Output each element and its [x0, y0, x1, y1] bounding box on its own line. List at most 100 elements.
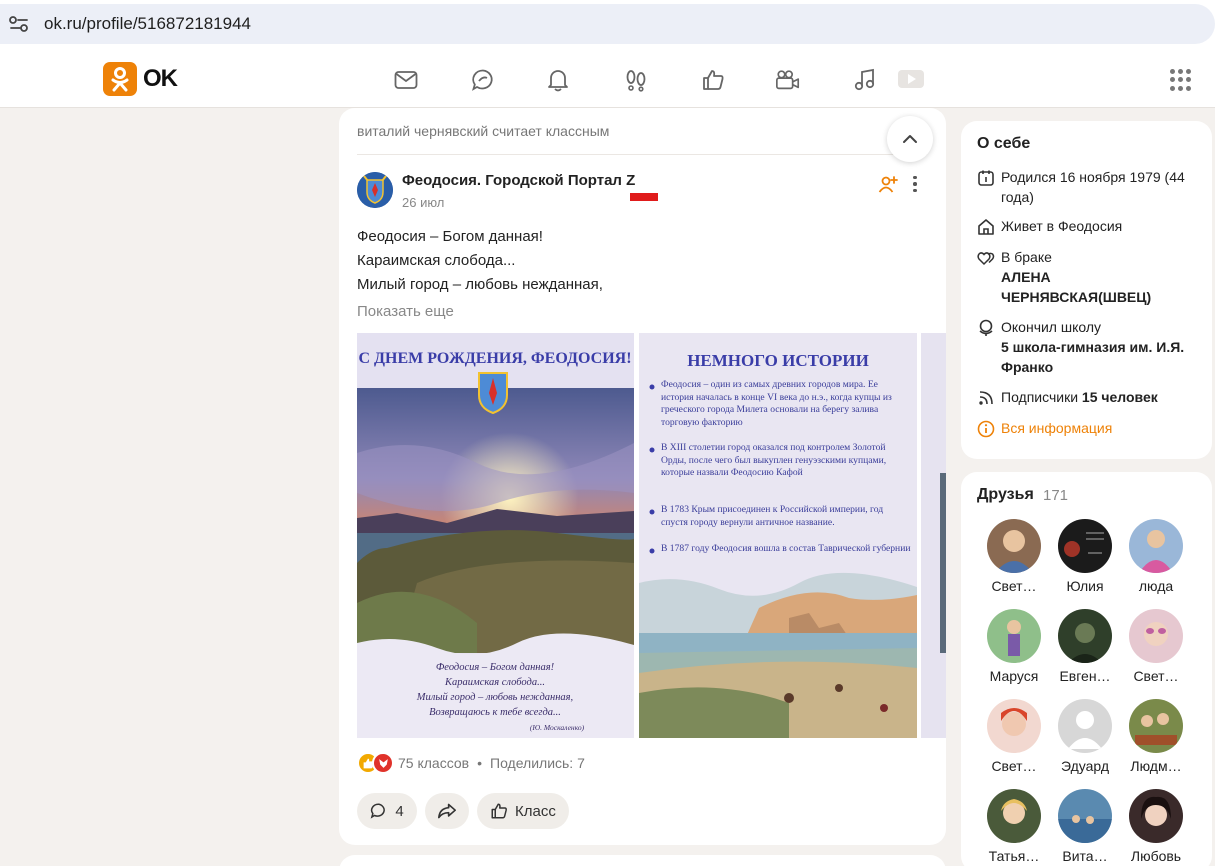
rss-icon [979, 391, 993, 405]
post-actions: 4 Класс [357, 793, 569, 829]
liker-text[interactable]: виталий чернявский считает классным [357, 123, 609, 139]
friends-panel: Друзья 171 Свет… Юлия люда Маруся Евген…… [961, 472, 1212, 866]
svg-text:Возвращаюсь к тебе всегда...: Возвращаюсь к тебе всегда... [429, 707, 561, 718]
share-button[interactable] [425, 793, 469, 829]
feed-post-card: виталий чернявский считает классным Феод… [339, 108, 946, 845]
friend-item[interactable]: Вита… [1050, 789, 1120, 864]
post-text-line: Феодосия – Богом данная! [357, 228, 543, 245]
more-options-icon[interactable] [907, 174, 923, 194]
photo1-title: С ДНЕМ РОЖДЕНИЯ, ФЕОДОСИЯ! [358, 350, 631, 367]
education: Окончил школу 5 школа-гимназия им. И.Я. … [1001, 319, 1185, 375]
hearts-icon [977, 252, 995, 266]
add-friend-icon[interactable] [878, 174, 898, 194]
friend-item[interactable]: Свет… [979, 699, 1049, 774]
address-bar[interactable]: ok.ru/profile/516872181944 [0, 4, 1215, 44]
avatar [1058, 519, 1112, 573]
comment-icon [370, 803, 386, 819]
friend-item[interactable]: люда [1121, 519, 1191, 594]
friend-item[interactable]: Евген… [1050, 609, 1120, 684]
marital-status: В браке АЛЕНА ЧЕРНЯВСКАЯ(ШВЕЦ) [1001, 249, 1152, 305]
about-title: О себе [977, 135, 1031, 152]
friend-item[interactable]: Юлия [1050, 519, 1120, 594]
post-photo-third[interactable] [921, 333, 946, 738]
avatar [987, 609, 1041, 663]
like-icon[interactable] [700, 67, 726, 93]
chat-icon[interactable] [470, 67, 496, 93]
ok-logo-text: OK [143, 65, 178, 92]
friends-count: 171 [1043, 487, 1069, 504]
group-avatar[interactable] [357, 172, 393, 208]
friends-title[interactable]: Друзья [977, 486, 1034, 504]
friend-item[interactable]: Свет… [1121, 609, 1191, 684]
flag-icon [630, 193, 658, 201]
reactions-summary[interactable]: 75 классов • Поделились: 7 [357, 752, 585, 774]
svg-text:Милый город – любовь нежданная: Милый город – любовь нежданная, [416, 692, 573, 703]
browser-url-bar: ok.ru/profile/516872181944 [0, 0, 1215, 52]
super-reaction-icon [372, 752, 394, 774]
all-info-link[interactable]: Вся информация [1001, 418, 1201, 438]
collapse-button[interactable] [887, 116, 933, 162]
calendar-icon [978, 170, 994, 186]
globe-icon [979, 319, 993, 336]
spouse-link[interactable]: АЛЕНА ЧЕРНЯВСКАЯ(ШВЕЦ) [1001, 269, 1151, 305]
ok-logo[interactable]: OK [103, 62, 178, 96]
share-icon [438, 803, 456, 819]
post-photo-birthday[interactable]: С ДНЕМ РОЖДЕНИЯ, ФЕОДОСИЯ! Феодосия – Бо… [357, 333, 634, 738]
friend-item[interactable]: Свет… [979, 519, 1049, 594]
svg-text:Караимская слобода...: Караимская слобода... [444, 677, 545, 688]
avatar [987, 789, 1041, 843]
avatar [1058, 789, 1112, 843]
post-date[interactable]: 26 июл [402, 195, 444, 210]
thumbs-up-icon [491, 803, 507, 819]
post-text-line: Милый город – любовь нежданная, [357, 276, 603, 293]
comments-button[interactable]: 4 [357, 793, 417, 829]
chevron-up-icon [903, 135, 917, 143]
friend-item[interactable]: Маруся [979, 609, 1049, 684]
site-header: OK [0, 52, 1215, 108]
school-link[interactable]: 5 школа-гимназия им. И.Я. Франко [1001, 339, 1184, 375]
location: Живет в Феодосия [1001, 218, 1123, 234]
svg-text:Феодосия – Богом данная!: Феодосия – Богом данная! [436, 662, 555, 673]
divider [357, 154, 927, 155]
post-text-line: Караимская слобода... [357, 252, 516, 269]
friend-item[interactable]: Любовь [1121, 789, 1191, 864]
friend-item[interactable]: Татья… [979, 789, 1049, 864]
url-text[interactable]: ok.ru/profile/516872181944 [44, 14, 251, 34]
ok-logo-icon [103, 62, 137, 96]
avatar [1058, 609, 1112, 663]
guests-icon[interactable] [623, 67, 649, 93]
home-icon [978, 219, 994, 235]
video-icon[interactable] [897, 66, 925, 92]
photo2-title: НЕМНОГО ИСТОРИИ [687, 351, 869, 370]
class-label: Класс [515, 802, 556, 820]
avatar [1058, 699, 1112, 753]
music-icon[interactable] [852, 67, 878, 93]
friend-item[interactable]: Людм… [1121, 699, 1191, 774]
avatar [1129, 699, 1183, 753]
show-more-link[interactable]: Показать еще [357, 303, 454, 320]
shares-count[interactable]: Поделились: 7 [490, 755, 585, 771]
classes-count[interactable]: 75 классов [398, 755, 469, 771]
comments-count: 4 [395, 802, 404, 820]
apps-grid-icon[interactable] [1170, 69, 1192, 91]
avatar [1129, 519, 1183, 573]
avatar [987, 519, 1041, 573]
mail-icon[interactable] [393, 67, 419, 93]
info-icon [977, 420, 995, 438]
group-name[interactable]: Феодосия. Городской Портал Z [402, 172, 635, 189]
site-settings-icon[interactable] [8, 14, 30, 34]
friend-item[interactable]: Эдуард [1050, 699, 1120, 774]
avatar [1129, 789, 1183, 843]
subscribers[interactable]: Подписчики 15 человек [1001, 387, 1201, 407]
birth-date: Родился 16 ноября 1979 (44 года) [1001, 169, 1185, 205]
avatar [987, 699, 1041, 753]
separator: • [477, 755, 482, 771]
next-post-card [339, 855, 946, 866]
svg-text:(Ю. Москаленко): (Ю. Москаленко) [530, 723, 585, 732]
avatar [1129, 609, 1183, 663]
about-panel: О себе Родился 16 ноября 1979 (44 года) … [961, 121, 1212, 459]
class-like-button[interactable]: Класс [477, 793, 569, 829]
video-camera-icon[interactable] [775, 67, 801, 93]
post-photo-history[interactable]: НЕМНОГО ИСТОРИИ Феодосия – один из самых… [639, 333, 917, 738]
bell-icon[interactable] [545, 67, 571, 93]
